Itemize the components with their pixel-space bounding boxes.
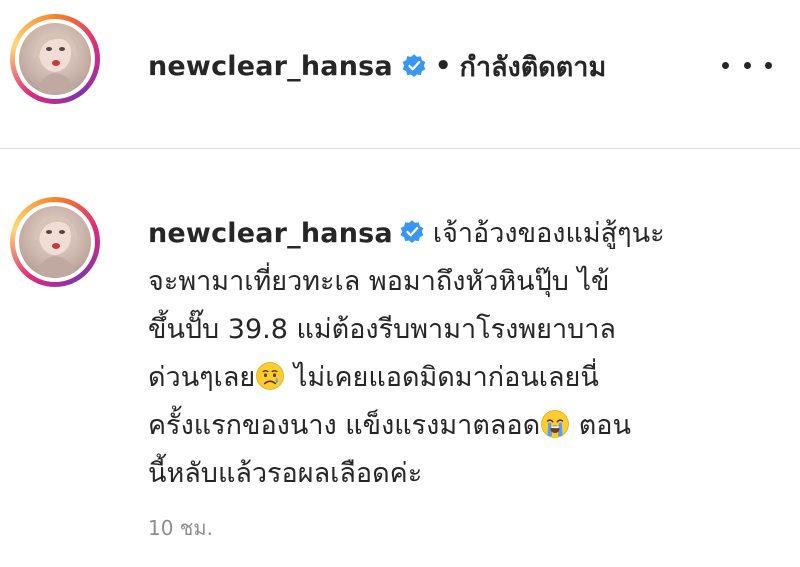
avatar-photo	[19, 206, 91, 278]
post-timestamp[interactable]: 10 ชม.	[148, 512, 213, 544]
caption-line-2: จะพามาเที่ยวทะเล พอมาถึงหัวหินปุ๊บ ไข้	[148, 266, 610, 297]
verified-badge-icon	[402, 54, 426, 78]
caption-line-4: ด่วนๆเลย	[148, 362, 256, 393]
caption-line-3: ขึ้นปั๊บ 39.8 แม่ต้องรีบพามาโรงพยาบาล	[148, 314, 616, 345]
caption-avatar[interactable]	[10, 197, 100, 287]
following-button[interactable]: กำลังติดตาม	[459, 45, 606, 88]
separator-dot: •	[434, 51, 452, 81]
more-options-icon[interactable]	[722, 50, 772, 80]
caption-text: newclear_hansa เจ้าอ้วงของแม่สู้ๆนะ จะพา…	[148, 210, 748, 498]
caption-line-4b: ไม่เคยแอดมิดมาก่อนเลยนี่	[285, 362, 599, 393]
caption-line-5: ครั้งแรกของนาง แข็งแรงมาตลอด	[148, 410, 541, 441]
verified-badge-icon	[400, 219, 424, 243]
loudly-crying-face-icon	[541, 409, 570, 438]
caption-username[interactable]: newclear_hansa	[148, 218, 393, 249]
caption-line-5b: ตอน	[570, 410, 631, 441]
header-username[interactable]: newclear_hansa	[148, 51, 393, 82]
avatar-photo	[19, 23, 91, 95]
avatar[interactable]	[10, 14, 100, 104]
caption-line-1: เจ้าอ้วงของแม่สู้ๆนะ	[432, 218, 665, 249]
sad-relieved-face-icon	[256, 361, 285, 390]
post-header: newclear_hansa • กำลังติดตาม	[0, 0, 800, 149]
caption-line-6: นี้หลับแล้วรอผลเลือดค่ะ	[148, 458, 423, 489]
